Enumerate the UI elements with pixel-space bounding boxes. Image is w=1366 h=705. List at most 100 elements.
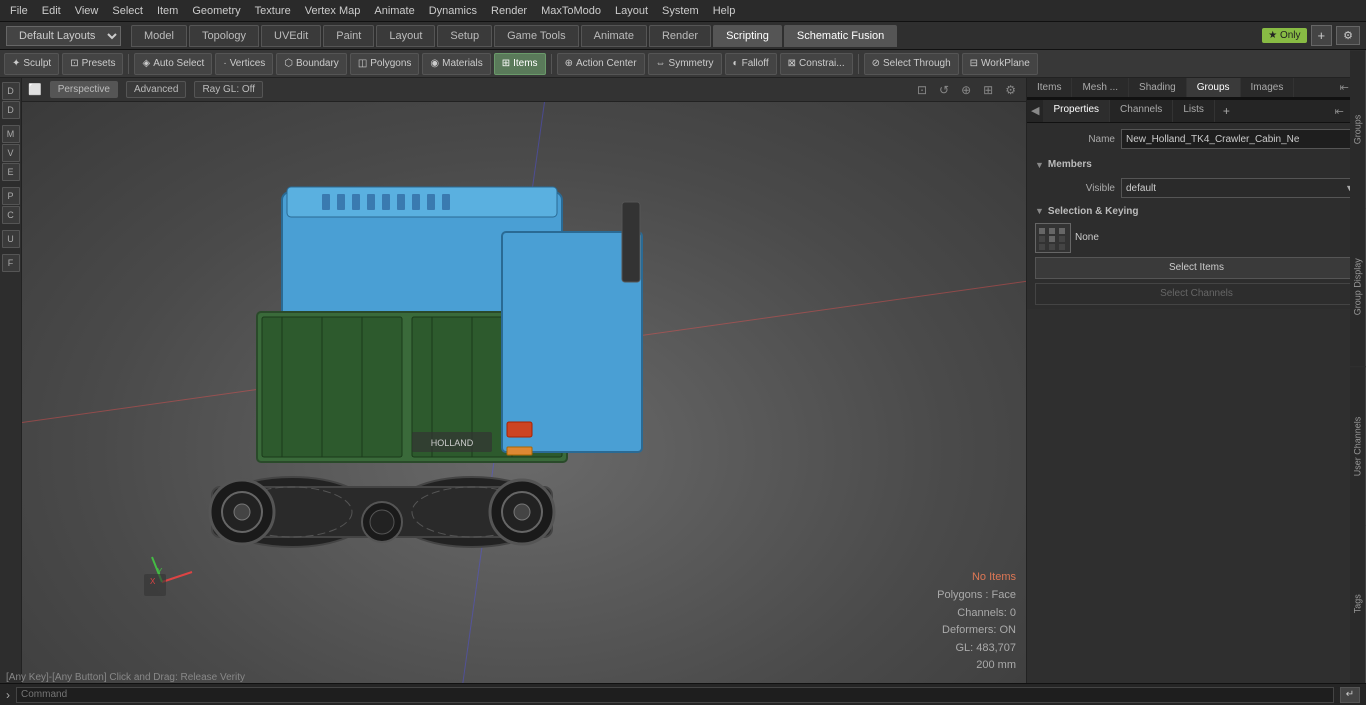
tab-layout[interactable]: Layout [376,25,435,47]
select-through-tool[interactable]: ⊘ Select Through [864,53,959,75]
layout-dropdown[interactable]: Default Layouts [6,26,121,46]
strip-group-display[interactable]: Group Display [1350,208,1366,366]
menu-dynamics[interactable]: Dynamics [423,3,483,19]
keying-dots-icon[interactable] [1035,223,1071,253]
tab-schematic-fusion[interactable]: Schematic Fusion [784,25,897,47]
perspective-button[interactable]: Perspective [50,81,118,98]
tab-scripting[interactable]: Scripting [713,25,782,47]
tab-topology[interactable]: Topology [189,25,259,47]
visible-label: Visible [1035,183,1115,194]
select-items-button[interactable]: Select Items [1035,257,1358,279]
falloff-icon: ◐ [733,58,739,69]
tab-mesh[interactable]: Mesh ... [1072,78,1129,97]
menu-file[interactable]: File [4,3,34,19]
vertices-icon: · [223,58,226,69]
tab-animate[interactable]: Animate [581,25,647,47]
menu-edit[interactable]: Edit [36,3,67,19]
expand-panel-button[interactable]: ⇤ [1340,81,1349,94]
left-tool-1[interactable]: D [2,82,20,100]
channels-label: Channels: 0 [937,605,1016,623]
polygons-label: Polygons : Face [937,587,1016,605]
polygons-icon: ◫ [358,58,367,69]
members-arrow[interactable]: ▼ [1035,160,1044,170]
command-arrow[interactable]: › [6,688,10,702]
rotate-icon[interactable]: ↺ [939,83,949,97]
menu-layout[interactable]: Layout [609,3,654,19]
menu-geometry[interactable]: Geometry [186,3,246,19]
command-enter-button[interactable]: ↵ [1340,687,1360,703]
left-tool-7[interactable]: C [2,206,20,224]
tab-setup[interactable]: Setup [437,25,492,47]
viewport-canvas[interactable]: HOLLAND X Y No Items Polygons : Face Cha… [22,102,1026,683]
tab-game-tools[interactable]: Game Tools [494,25,579,47]
action-center-tool[interactable]: ⊕ Action Center [557,53,645,75]
expand-icon: ⬜ [28,83,42,96]
sel-keying-arrow[interactable]: ▼ [1035,206,1044,216]
auto-select-tool[interactable]: ◈ Auto Select [134,53,212,75]
fit-icon[interactable]: ⊞ [983,83,993,97]
items-tool[interactable]: ⊞ Items [494,53,546,75]
props-tab-channels[interactable]: Channels [1110,100,1173,122]
left-tool-6[interactable]: P [2,187,20,205]
props-collapse-icon[interactable]: ◀ [1027,100,1043,122]
add-tab-button[interactable]: + [1215,100,1238,122]
zoom-icon[interactable]: ⊕ [961,83,971,97]
menu-render[interactable]: Render [485,3,533,19]
visible-select[interactable]: default [1121,178,1358,198]
props-tab-lists[interactable]: Lists [1173,100,1215,122]
vertices-tool[interactable]: · Vertices [215,53,273,75]
camera-icon[interactable]: ⊡ [917,83,927,97]
menu-item[interactable]: Item [151,3,184,19]
falloff-tool[interactable]: ◐ Falloff [725,53,777,75]
command-input[interactable] [16,687,1334,703]
gl-label: GL: 483,707 [937,640,1016,658]
tab-images[interactable]: Images [1241,78,1295,97]
advanced-button[interactable]: Advanced [126,81,186,98]
menu-system[interactable]: System [656,3,705,19]
tab-model[interactable]: Model [131,25,187,47]
add-layout-button[interactable]: + [1311,25,1333,46]
strip-user-channels[interactable]: User Channels [1350,367,1366,525]
settings-button[interactable]: ⚙ [1336,26,1360,45]
left-tool-9[interactable]: F [2,254,20,272]
menu-maxtomodo[interactable]: MaxToModo [535,3,607,19]
workplane-tool[interactable]: ⊟ WorkPlane [962,53,1038,75]
strip-groups[interactable]: Groups [1350,50,1366,208]
polygons-tool[interactable]: ◫ Polygons [350,53,420,75]
constrain-tool[interactable]: ⊠ Constrai... [780,53,853,75]
tab-groups[interactable]: Groups [1187,78,1241,97]
props-expand-icon[interactable]: ⇤ [1333,103,1346,120]
left-tool-8[interactable]: U [2,230,20,248]
members-title: Members [1048,159,1092,170]
menu-animate[interactable]: Animate [368,3,420,19]
props-tab-properties[interactable]: Properties [1043,100,1110,122]
select-channels-button[interactable]: Select Channels [1035,283,1358,305]
menu-texture[interactable]: Texture [249,3,297,19]
menu-view[interactable]: View [69,3,105,19]
tab-uvedit[interactable]: UVEdit [261,25,321,47]
menu-vertex-map[interactable]: Vertex Map [299,3,367,19]
tab-shading[interactable]: Shading [1129,78,1187,97]
presets-tool[interactable]: ⊡ Presets [62,53,123,75]
presets-icon: ⊡ [70,58,78,69]
boundary-tool[interactable]: ⬡ Boundary [276,53,347,75]
viewport[interactable]: ⬜ Perspective Advanced Ray GL: Off ⊡ ↺ ⊕… [22,78,1026,683]
raygl-button[interactable]: Ray GL: Off [194,81,263,98]
name-input[interactable] [1121,129,1358,149]
materials-tool[interactable]: ◉ Materials [422,53,490,75]
left-tool-4[interactable]: V [2,144,20,162]
left-tool-2[interactable]: D [2,101,20,119]
menu-help[interactable]: Help [707,3,742,19]
left-tool-5[interactable]: E [2,163,20,181]
tab-items[interactable]: Items [1027,78,1072,97]
menu-select[interactable]: Select [106,3,149,19]
strip-tags[interactable]: Tags [1350,525,1366,683]
constrain-icon: ⊠ [788,58,796,69]
viewport-header: ⬜ Perspective Advanced Ray GL: Off ⊡ ↺ ⊕… [22,78,1026,102]
symmetry-tool[interactable]: ⇔ Symmetry [648,53,722,75]
tab-render[interactable]: Render [649,25,711,47]
sculpt-tool[interactable]: ✦ Sculpt [4,53,59,75]
tab-paint[interactable]: Paint [323,25,374,47]
left-tool-3[interactable]: M [2,125,20,143]
settings-icon[interactable]: ⚙ [1005,83,1016,97]
